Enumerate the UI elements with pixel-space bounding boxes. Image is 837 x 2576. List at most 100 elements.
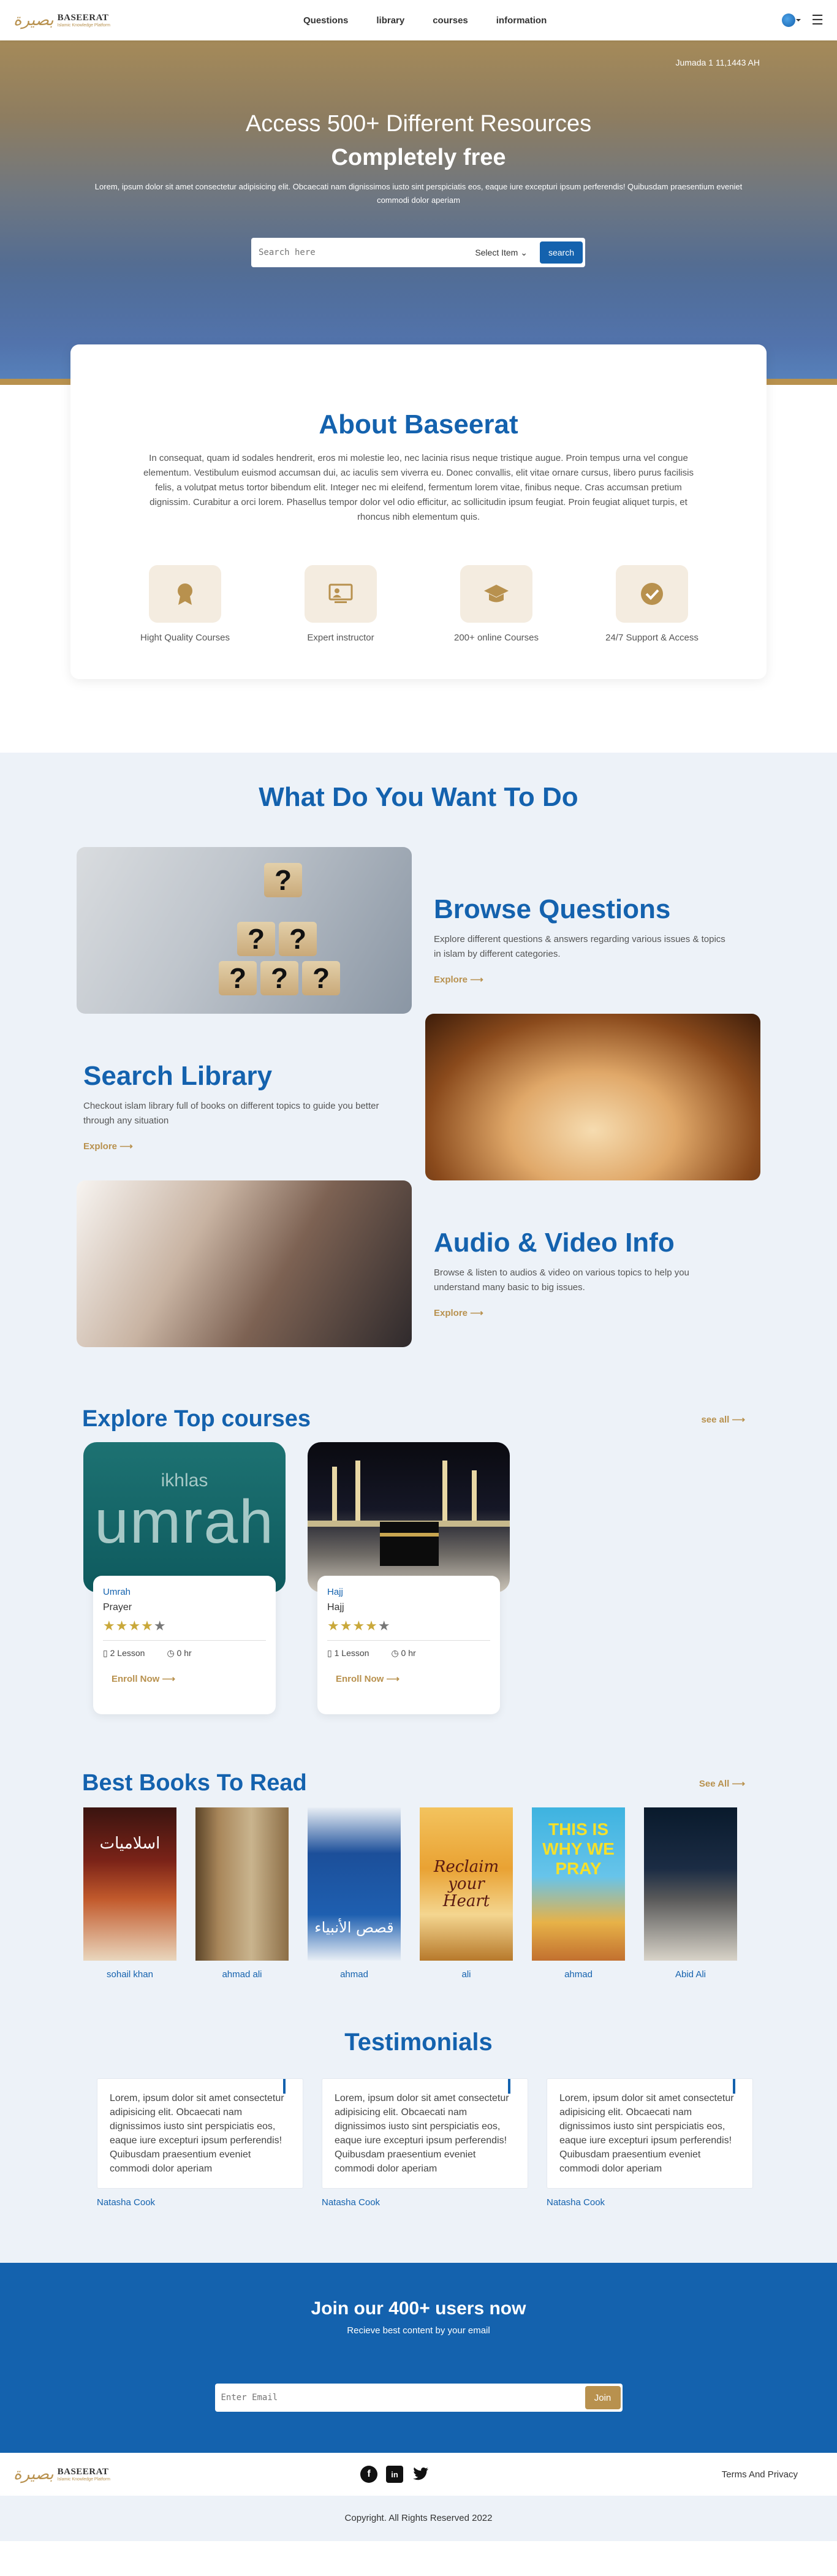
nav-library[interactable]: library <box>376 15 404 26</box>
book-cover[interactable]: Reclaim your Heart <box>420 1807 513 1961</box>
nav-information[interactable]: information <box>496 15 547 26</box>
terms-link[interactable]: Terms And Privacy <box>722 2469 798 2480</box>
book-cover[interactable]: THIS IS WHY WE PRAY <box>532 1807 625 1961</box>
graduation-cap-icon <box>460 565 532 623</box>
about-title: About Baseerat <box>319 409 518 439</box>
course-card[interactable]: Hajj Hajj ★★★★★ ▯ 1 Lesson ◷ 0 hr Enroll… <box>308 1442 510 1733</box>
book-author[interactable]: Abid Ali <box>644 1969 737 1980</box>
about-card: About Baseerat In consequat, quam id sod… <box>70 344 767 679</box>
book-cover[interactable]: قصص الأنبياء <box>308 1807 401 1961</box>
course-name: Hajj <box>327 1602 344 1613</box>
rating-stars: ★★★★★ <box>327 1618 391 1633</box>
hijri-date: Jumada 1 11,1443 AH <box>675 58 760 67</box>
testimonials-section: Testimonials Lorem, ipsum dolor sit amet… <box>0 2016 837 2263</box>
instructor-icon <box>305 565 377 623</box>
book-item[interactable]: قصص الأنبياء ahmad <box>308 1807 401 1980</box>
search-button[interactable]: search <box>539 241 583 264</box>
course-cover-hajj <box>308 1442 510 1592</box>
course-cover-umrah: ikhlas umrah <box>83 1442 286 1592</box>
footer: بصيرة BASEERAT Islamic Knowledge Platfor… <box>0 2453 837 2496</box>
testimonial-author: Natasha Cook <box>322 2197 381 2208</box>
book-cover[interactable] <box>644 1807 737 1961</box>
top-navbar: بصيرة BASEERAT Islamic Knowledge Platfor… <box>0 0 837 40</box>
search-library-text: Checkout islam library full of books on … <box>83 1101 379 1126</box>
book-author[interactable]: sohail khan <box>83 1969 176 1980</box>
questions-image: ? ? ? ? ? ? <box>77 847 412 1014</box>
feature-label: 24/7 Support & Access <box>605 633 699 643</box>
book-author[interactable]: ahmad <box>532 1969 625 1980</box>
audio-video-text: Browse & listen to audios & video on var… <box>434 1267 689 1293</box>
browse-questions-text: Explore different questions & answers re… <box>434 934 725 959</box>
site-logo[interactable]: بصيرة BASEERAT Islamic Knowledge Platfor… <box>13 12 110 28</box>
course-category[interactable]: Umrah <box>103 1587 266 1597</box>
books-title: Best Books To Read <box>82 1770 307 1796</box>
check-badge-icon <box>616 565 688 623</box>
book-cover[interactable] <box>195 1807 289 1961</box>
join-subtitle: Recieve best content by your email <box>347 2325 490 2336</box>
search-library-row: Search Library Checkout islam library fu… <box>0 1014 837 1180</box>
book-item[interactable]: ahmad ali <box>195 1807 289 1980</box>
search-library-title: Search Library <box>83 1061 273 1091</box>
newsletter-form: Join <box>214 2384 623 2412</box>
browse-questions-title: Browse Questions <box>434 894 671 924</box>
book-item[interactable]: THIS IS WHY WE PRAY ahmad <box>532 1807 625 1980</box>
testimonial-card: Lorem, ipsum dolor sit amet consectetur … <box>547 2078 753 2208</box>
duration: ◷ 0 hr <box>167 1648 192 1658</box>
enroll-now-link[interactable]: Enroll Now ⟶ <box>327 1673 490 1684</box>
menu-icon[interactable]: ☰ <box>811 12 824 28</box>
footer-logo[interactable]: بصيرة BASEERAT Islamic Knowledge Platfor… <box>13 2466 110 2482</box>
books-section: Best Books To Read See All ⟶ اسلاميات so… <box>0 1758 837 2016</box>
search-input[interactable] <box>259 248 475 257</box>
twitter-icon[interactable] <box>412 2466 429 2483</box>
social-links: f in <box>360 2466 429 2483</box>
what-section: What Do You Want To Do ? ? ? ? ? ? Brows… <box>0 753 837 1372</box>
book-item[interactable]: اسلاميات sohail khan <box>83 1807 176 1980</box>
book-item[interactable]: Abid Ali <box>644 1807 737 1980</box>
clock-icon: ◷ <box>391 1648 399 1658</box>
course-card[interactable]: ikhlas umrah Umrah Prayer ★★★★★ ▯ 2 Less… <box>83 1442 286 1733</box>
explore-link[interactable]: Explore ⟶ <box>83 1141 384 1152</box>
feature-instructor: Expert instructor <box>276 565 405 643</box>
course-category[interactable]: Hajj <box>327 1587 490 1597</box>
book-author[interactable]: ahmad <box>308 1969 401 1980</box>
main-nav: Questions library courses information <box>303 0 575 40</box>
join-button[interactable]: Join <box>585 2386 621 2409</box>
email-input[interactable] <box>221 2393 585 2403</box>
logo-calligraphy: بصيرة <box>13 2465 54 2483</box>
testimonial-author: Natasha Cook <box>97 2197 156 2208</box>
testimonial-author: Natasha Cook <box>547 2197 605 2208</box>
category-select[interactable]: Select Item <box>475 248 528 258</box>
enroll-now-link[interactable]: Enroll Now ⟶ <box>103 1673 266 1684</box>
about-text: In consequat, quam id sodales hendrerit,… <box>143 453 694 522</box>
browse-questions-row: ? ? ? ? ? ? Browse Questions Explore dif… <box>0 847 837 1014</box>
feature-courses: 200+ online Courses <box>432 565 561 643</box>
join-title: Join our 400+ users now <box>311 2298 526 2319</box>
linkedin-icon[interactable]: in <box>386 2466 403 2483</box>
rating-stars: ★★★★★ <box>103 1618 167 1633</box>
language-globe-icon[interactable] <box>782 13 801 27</box>
explore-link[interactable]: Explore ⟶ <box>434 1307 734 1318</box>
audio-video-row: Audio & Video Info Browse & listen to au… <box>0 1180 837 1347</box>
clock-icon: ◷ <box>167 1648 175 1658</box>
courses-see-all-link[interactable]: see all ⟶ <box>701 1414 745 1425</box>
hero-section: Jumada 1 11,1443 AH Access 500+ Differen… <box>0 40 837 385</box>
explore-link[interactable]: Explore ⟶ <box>434 974 734 985</box>
nav-courses[interactable]: courses <box>433 15 468 26</box>
audio-video-title: Audio & Video Info <box>434 1228 675 1258</box>
book-cover[interactable]: اسلاميات <box>83 1807 176 1961</box>
testimonial-text: Lorem, ipsum dolor sit amet consectetur … <box>97 2078 303 2189</box>
testimonial-card: Lorem, ipsum dolor sit amet consectetur … <box>97 2078 303 2208</box>
book-author[interactable]: ali <box>420 1969 513 1980</box>
books-see-all-link[interactable]: See All ⟶ <box>699 1778 745 1789</box>
hero-title-line2: Completely free <box>331 145 506 170</box>
logo-calligraphy: بصيرة <box>13 11 54 29</box>
book-author[interactable]: ahmad ali <box>195 1969 289 1980</box>
testimonial-text: Lorem, ipsum dolor sit amet consectetur … <box>322 2078 528 2189</box>
logo-tagline: Islamic Knowledge Platform <box>57 2477 110 2482</box>
nav-questions[interactable]: Questions <box>303 15 348 26</box>
logo-tagline: Islamic Knowledge Platform <box>57 23 110 28</box>
duration: ◷ 0 hr <box>391 1648 416 1658</box>
book-item[interactable]: Reclaim your Heart ali <box>420 1807 513 1980</box>
facebook-icon[interactable]: f <box>360 2466 377 2483</box>
what-title: What Do You Want To Do <box>259 782 578 812</box>
